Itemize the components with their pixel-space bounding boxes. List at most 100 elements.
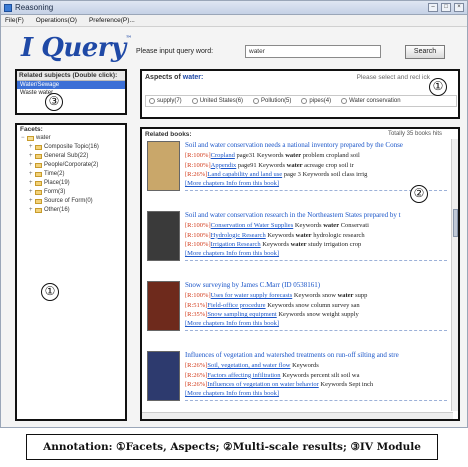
hit-keywords-text: Keywords bbox=[265, 231, 296, 239]
radio-icon[interactable] bbox=[253, 98, 260, 104]
radio-icon[interactable] bbox=[341, 98, 348, 104]
vertical-scrollbar[interactable] bbox=[451, 139, 458, 411]
callout-facets-aspects: ① bbox=[429, 78, 447, 96]
facets-panel: Facets: − water + Composite Topic(16) + Gen… bbox=[15, 123, 127, 421]
facet-node[interactable]: + Other(16) bbox=[21, 206, 125, 215]
more-chapters-link[interactable]: [More chapters Info from this book] bbox=[185, 390, 279, 397]
chapter-link[interactable]: Appendix bbox=[211, 162, 237, 169]
aspect-option-label: supply(7) bbox=[157, 98, 182, 104]
chapter-link[interactable]: Uses for water supply forecasts bbox=[211, 292, 293, 299]
hit-keywords-text: Keywords snow bbox=[292, 292, 338, 299]
relevance-score: [R:51%] bbox=[185, 301, 208, 309]
relevance-score: [R:26%] bbox=[185, 381, 208, 388]
hit-keywords-rest: supp bbox=[353, 292, 368, 299]
hit-keyword: water bbox=[295, 231, 312, 239]
result-separator bbox=[185, 190, 447, 191]
aspect-option-label: pipes(4) bbox=[309, 98, 332, 104]
more-chapters-link[interactable]: [More chapters Info from this book] bbox=[185, 250, 279, 257]
chapter-link[interactable]: Hydrologic Research bbox=[211, 232, 266, 239]
search-button[interactable]: Search bbox=[405, 45, 445, 59]
relevance-score: [R:100%] bbox=[185, 292, 211, 299]
chapter-link[interactable]: Soil, vegetation, and water flow bbox=[207, 362, 290, 369]
chapter-link[interactable]: Field-office procedure bbox=[207, 302, 265, 309]
radio-icon[interactable] bbox=[301, 98, 308, 104]
related-subject-item[interactable]: Water/Sewage bbox=[17, 81, 125, 89]
search-input[interactable] bbox=[245, 45, 381, 58]
hit-keywords-rest: soil class irrig bbox=[330, 171, 368, 178]
book-result: Soil and water conservation research in … bbox=[147, 211, 447, 281]
facet-label: Place(19) bbox=[44, 180, 70, 186]
radio-icon[interactable] bbox=[149, 98, 155, 104]
facet-node[interactable]: + Time(2) bbox=[21, 170, 125, 179]
aspect-option-label: United States(6) bbox=[199, 98, 244, 104]
result-separator bbox=[185, 260, 447, 261]
aspect-option[interactable]: supply(7) bbox=[149, 98, 182, 104]
book-title[interactable]: Soil and water conservation research in … bbox=[185, 211, 447, 219]
aspect-option[interactable]: United States(6) bbox=[191, 98, 244, 104]
minimize-icon[interactable]: – bbox=[428, 3, 438, 12]
relevance-score: [R:26%] bbox=[185, 171, 208, 178]
aspect-option-label: Water conservation bbox=[349, 98, 401, 104]
chapter-link[interactable]: Irrigation Research bbox=[211, 241, 261, 248]
chapter-hit: [R:100%]Conservation of Water Supplies K… bbox=[185, 221, 447, 231]
result-separator bbox=[185, 330, 447, 331]
aspects-options: supply(7) United States(6) Pollution(5) … bbox=[145, 95, 457, 107]
result-separator bbox=[185, 400, 447, 401]
scrollbar-thumb[interactable] bbox=[453, 209, 458, 237]
chapter-link[interactable]: Influences of vegetation on water behavi… bbox=[207, 381, 318, 388]
more-chapters-link[interactable]: [More chapters Info from this book] bbox=[185, 320, 279, 327]
related-subject-item[interactable]: Waste water bbox=[17, 89, 125, 97]
app-window: Reasoning – □ × File(F) Operations(O) Pr… bbox=[0, 0, 468, 428]
folder-icon bbox=[35, 145, 42, 150]
title-bar: Reasoning – □ × bbox=[1, 1, 467, 15]
chapter-link[interactable]: Cropland bbox=[211, 152, 235, 159]
hit-keywords-text: Keywords snow column survey san bbox=[265, 301, 360, 309]
facet-node[interactable]: + Form(3) bbox=[21, 188, 125, 197]
aspect-option[interactable]: Water conservation bbox=[341, 98, 401, 104]
facet-node[interactable]: + Composite Topic(16) bbox=[21, 143, 125, 152]
facet-node[interactable]: + People/Corporate(2) bbox=[21, 161, 125, 170]
menu-preference[interactable]: Preference(P)... bbox=[89, 15, 135, 26]
aspect-option[interactable]: pipes(4) bbox=[301, 98, 331, 104]
maximize-icon[interactable]: □ bbox=[441, 3, 451, 12]
hit-keywords-text: page91 Keywords bbox=[236, 161, 287, 169]
facet-label: People/Corporate(2) bbox=[44, 162, 99, 168]
radio-icon[interactable] bbox=[191, 98, 198, 104]
chapter-link[interactable]: Conservation of Water Supplies bbox=[211, 222, 294, 229]
chapter-hits: [R:100%]Uses for water supply forecasts … bbox=[185, 291, 447, 320]
book-cover-image[interactable] bbox=[147, 141, 180, 191]
annotation-caption: Annotation: ①Facets, Aspects; ②Multi-sca… bbox=[26, 434, 438, 460]
menu-operations[interactable]: Operations(O) bbox=[36, 15, 77, 26]
aspect-option[interactable]: Pollution(5) bbox=[253, 98, 291, 104]
chapter-link[interactable]: Land capability and land use bbox=[207, 171, 282, 178]
hit-keywords-text: page 3 Keywords bbox=[282, 171, 331, 178]
facets-tree: − water + Composite Topic(16) + General Sub… bbox=[17, 134, 125, 215]
relevance-score: [R:100%] bbox=[185, 231, 211, 239]
facet-root[interactable]: − water bbox=[21, 134, 125, 143]
chapter-hit: [R:26%]Land capability and land use page… bbox=[185, 170, 447, 180]
hit-keyword: water bbox=[337, 292, 354, 299]
book-cover-image[interactable] bbox=[147, 351, 180, 401]
close-icon[interactable]: × bbox=[454, 3, 464, 12]
book-cover-image[interactable] bbox=[147, 211, 180, 261]
app-icon bbox=[4, 4, 12, 12]
facet-label: Other(16) bbox=[44, 207, 70, 213]
chapter-hits: [R:100%]Cropland page31 Keywords water p… bbox=[185, 151, 447, 180]
book-title[interactable]: Influences of vegetation and watershed t… bbox=[185, 351, 447, 359]
book-title[interactable]: Soil and water conservation needs a nati… bbox=[185, 141, 447, 149]
facet-node[interactable]: + Source of Form(0) bbox=[21, 197, 125, 206]
hit-keyword: water bbox=[290, 241, 307, 248]
book-title[interactable]: Snow surveying by James C.Marr (ID 05381… bbox=[185, 281, 447, 289]
book-cover-image[interactable] bbox=[147, 281, 180, 331]
relevance-score: [R:100%] bbox=[185, 222, 211, 229]
menu-file[interactable]: File(F) bbox=[5, 15, 24, 26]
chapter-link[interactable]: Factors affecting infiltration bbox=[207, 372, 280, 379]
facet-node[interactable]: + General Sub(22) bbox=[21, 152, 125, 161]
horizontal-scrollbar[interactable] bbox=[142, 412, 453, 419]
relevance-score: [R:26%] bbox=[185, 362, 208, 369]
facet-node[interactable]: + Place(19) bbox=[21, 179, 125, 188]
chapter-hit: [R:100%]Irrigation Research Keywords wat… bbox=[185, 240, 447, 250]
window-controls: – □ × bbox=[428, 3, 464, 12]
more-chapters-link[interactable]: [More chapters Info from this book] bbox=[185, 180, 279, 187]
chapter-link[interactable]: Snow sampling equipment bbox=[207, 311, 276, 318]
